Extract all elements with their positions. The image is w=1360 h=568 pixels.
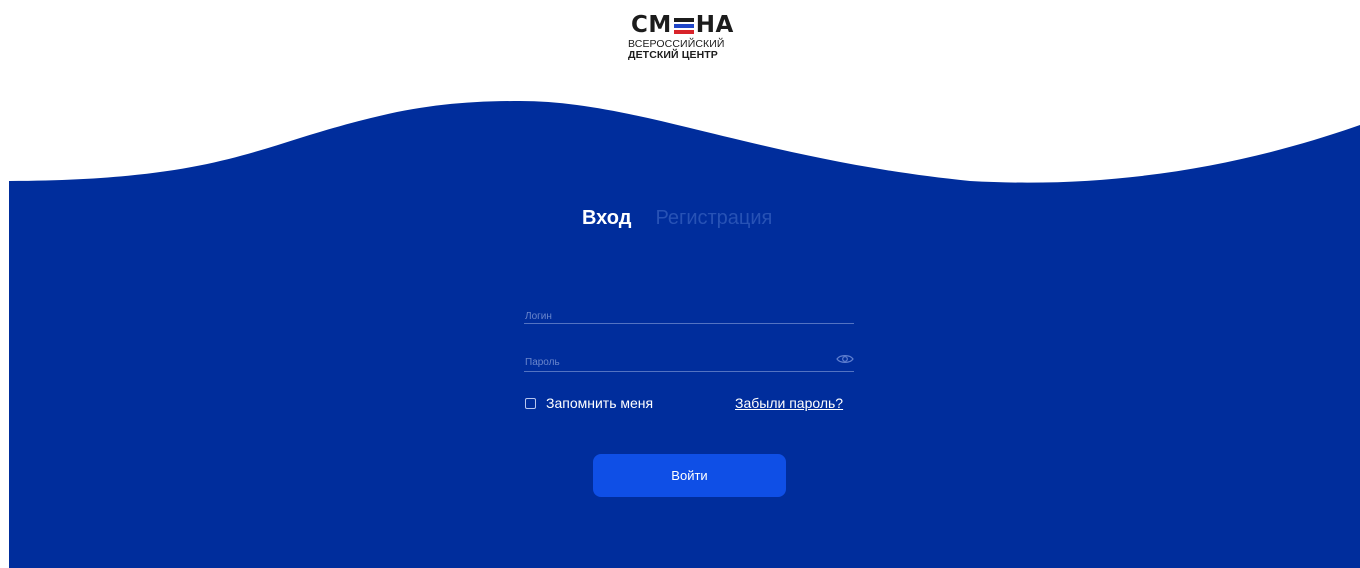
login-button[interactable]: Войти	[593, 454, 786, 497]
login-field	[524, 306, 854, 326]
logo-wordmark: CM HA	[631, 12, 734, 38]
password-input[interactable]	[524, 357, 825, 372]
logo-subtitle-line2: ДЕТСКИЙ ЦЕНТР	[628, 49, 718, 61]
flag-icon	[673, 17, 694, 34]
eye-icon[interactable]	[836, 353, 854, 365]
auth-tabs: Вход Регистрация	[582, 205, 772, 231]
logo-wordmark-right: HA	[695, 12, 734, 38]
login-page: CM HA ВСЕРОССИЙСКИЙ ДЕТСКИЙ ЦЕНТР Вход Р…	[0, 0, 1360, 568]
login-input[interactable]	[524, 311, 825, 326]
remember-me[interactable]: Запомнить меня	[525, 394, 653, 412]
forgot-password-link[interactable]: Забыли пароль?	[735, 394, 843, 412]
password-field	[524, 352, 854, 372]
remember-me-label: Запомнить меня	[546, 395, 654, 411]
tab-registration[interactable]: Регистрация	[655, 205, 772, 231]
tab-login[interactable]: Вход	[582, 205, 631, 231]
remember-me-checkbox[interactable]	[525, 397, 536, 409]
smena-logo[interactable]: CM HA ВСЕРОССИЙСКИЙ ДЕТСКИЙ ЦЕНТР	[628, 14, 752, 64]
logo-wordmark-left: CM	[631, 12, 672, 38]
